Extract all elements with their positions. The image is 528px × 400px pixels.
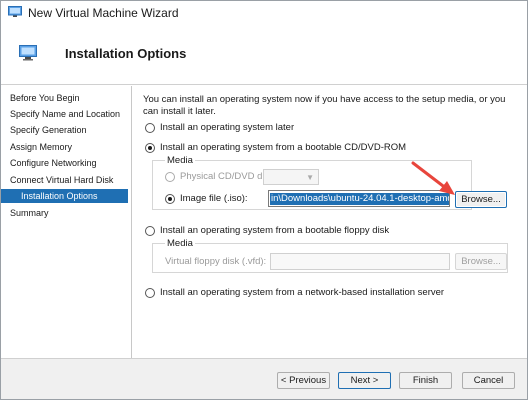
nav-item-summary[interactable]: Summary <box>1 206 131 220</box>
radio-install-network[interactable] <box>145 287 155 298</box>
option-install-floppy-label: Install an operating system from a boota… <box>160 225 390 236</box>
option-install-later[interactable]: Install an operating system later <box>145 122 294 133</box>
radio-install-later[interactable] <box>145 122 155 133</box>
nav-item-connect-virtual-hard-disk[interactable]: Connect Virtual Hard Disk <box>1 173 131 187</box>
hyper-v-vm-icon <box>19 45 37 61</box>
finish-button[interactable]: Finish <box>399 372 452 389</box>
browse-iso-button[interactable]: Browse... <box>455 191 507 208</box>
option-image-file[interactable]: Image file (.iso): <box>165 193 248 204</box>
nav-item-assign-memory[interactable]: Assign Memory <box>1 140 131 154</box>
hyper-v-vm-icon <box>8 6 22 17</box>
option-install-network[interactable]: Install an operating system from a netwo… <box>145 287 444 298</box>
browse-floppy-button[interactable]: Browse... <box>455 253 507 270</box>
title-bar: New Virtual Machine Wizard <box>1 1 527 25</box>
option-install-cd[interactable]: Install an operating system from a boota… <box>145 142 406 153</box>
cancel-button[interactable]: Cancel <box>462 372 515 389</box>
cd-media-label: Media <box>165 155 195 166</box>
option-install-later-label: Install an operating system later <box>160 122 295 133</box>
installation-options-panel: You can install an operating system now … <box>132 86 527 358</box>
page-title: Installation Options <box>65 46 187 61</box>
option-install-floppy[interactable]: Install an operating system from a boota… <box>145 225 389 236</box>
nav-item-specify-generation[interactable]: Specify Generation <box>1 123 131 137</box>
wizard-steps-nav: Before You Begin Specify Name and Locati… <box>1 86 131 358</box>
wizard-footer: < Previous Next > Finish Cancel <box>1 358 527 399</box>
window-title: New Virtual Machine Wizard <box>28 6 179 20</box>
chevron-down-icon: ▼ <box>306 173 314 182</box>
radio-install-floppy[interactable] <box>145 225 155 236</box>
radio-physical-drive[interactable] <box>165 171 175 182</box>
red-annotation-arrow-icon <box>411 161 455 195</box>
image-file-label: Image file (.iso): <box>180 193 248 204</box>
page-header: Installation Options <box>1 25 527 85</box>
intro-text: You can install an operating system now … <box>143 94 506 117</box>
previous-button[interactable]: < Previous <box>277 372 330 389</box>
nav-item-before-you-begin[interactable]: Before You Begin <box>1 91 131 105</box>
wizard-window: New Virtual Machine Wizard Installation … <box>0 0 528 400</box>
option-install-cd-label: Install an operating system from a boota… <box>160 142 407 153</box>
nav-item-specify-name-location[interactable]: Specify Name and Location <box>1 107 131 121</box>
radio-image-file[interactable] <box>165 193 175 204</box>
floppy-disk-input[interactable] <box>270 253 450 270</box>
next-button[interactable]: Next > <box>338 372 391 389</box>
option-install-network-label: Install an operating system from a netwo… <box>160 287 445 298</box>
floppy-disk-label: Virtual floppy disk (.vfd): <box>165 256 267 267</box>
nav-item-configure-networking[interactable]: Configure Networking <box>1 156 131 170</box>
floppy-media-label: Media <box>165 238 195 249</box>
physical-drive-dropdown[interactable]: ▼ <box>263 169 319 185</box>
radio-install-cd[interactable] <box>145 142 155 153</box>
nav-item-installation-options[interactable]: Installation Options <box>1 189 128 203</box>
